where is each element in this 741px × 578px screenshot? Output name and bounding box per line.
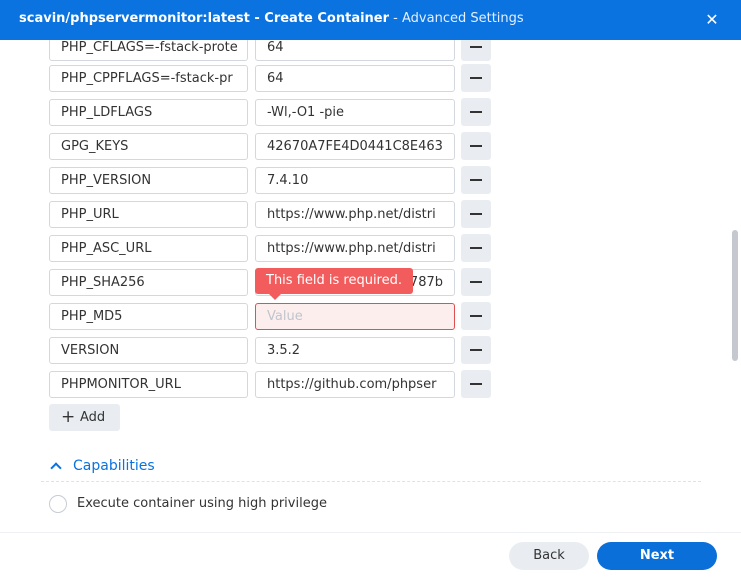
remove-row-button[interactable] [461,370,491,398]
capabilities-heading: Capabilities [73,458,155,474]
remove-row-button[interactable] [461,166,491,194]
title-bar: scavin/phpservermonitor:latest - Create … [0,0,741,40]
env-value-field[interactable]: 3.5.2 [255,337,455,364]
add-button-label: Add [80,410,106,425]
env-value-field[interactable]: https://github.com/phpser [255,371,455,398]
high-privilege-label: Execute container using high privilege [77,496,327,511]
window-title: scavin/phpservermonitor:latest - Create … [19,11,524,26]
remove-row-button[interactable] [461,302,491,330]
env-key-field[interactable]: PHP_VERSION [49,167,248,194]
close-icon[interactable]: ✕ [700,8,724,32]
back-button[interactable]: Back [509,542,589,570]
window-title-main: scavin/phpservermonitor:latest - Create … [19,11,390,26]
remove-row-button[interactable] [461,132,491,160]
high-privilege-radio[interactable] [49,495,67,513]
env-value-field[interactable]: 64 [255,40,455,61]
vertical-scrollbar[interactable] [732,230,738,361]
env-key-field[interactable]: PHP_CPPFLAGS=-fstack-pr [49,65,248,92]
env-value-field[interactable]: https://www.php.net/distri [255,201,455,228]
chevron-up-icon [48,457,64,477]
env-key-field[interactable]: PHP_URL [49,201,248,228]
env-key-field[interactable]: PHP_LDFLAGS [49,99,248,126]
env-value-field[interactable]: 7.4.10 [255,167,455,194]
env-value-field[interactable]: https://www.php.net/distri [255,235,455,262]
env-value-field-required[interactable]: Value [255,303,455,330]
add-variable-button[interactable]: + Add [49,404,120,431]
remove-row-button[interactable] [461,98,491,126]
advanced-settings-content: PHP_CFLAGS=-fstack-prote 64 PHP_CPPFLAGS… [0,40,741,532]
env-value-field[interactable]: -Wl,-O1 -pie [255,99,455,126]
required-field-tooltip: This field is required. [255,268,413,300]
remove-row-button[interactable] [461,234,491,262]
env-key-field[interactable]: PHP_ASC_URL [49,235,248,262]
env-key-field[interactable]: PHPMONITOR_URL [49,371,248,398]
remove-row-button[interactable] [461,268,491,296]
remove-row-button[interactable] [461,200,491,228]
env-value-field[interactable]: 42670A7FE4D0441C8E463 [255,133,455,160]
dialog-footer: Back Next [0,532,741,578]
env-value-field[interactable]: 64 [255,65,455,92]
env-key-field[interactable]: GPG_KEYS [49,133,248,160]
remove-row-button[interactable] [461,336,491,364]
section-divider [41,481,701,482]
create-container-window: scavin/phpservermonitor:latest - Create … [0,0,741,578]
next-button[interactable]: Next [597,542,717,570]
env-key-field[interactable]: VERSION [49,337,248,364]
env-key-field[interactable]: PHP_SHA256 [49,269,248,296]
window-title-section: - Advanced Settings [389,11,524,26]
remove-row-button[interactable] [461,40,491,61]
env-key-field[interactable]: PHP_CFLAGS=-fstack-prote [49,40,248,61]
plus-icon: + [61,407,76,427]
remove-row-button[interactable] [461,64,491,92]
env-key-field[interactable]: PHP_MD5 [49,303,248,330]
